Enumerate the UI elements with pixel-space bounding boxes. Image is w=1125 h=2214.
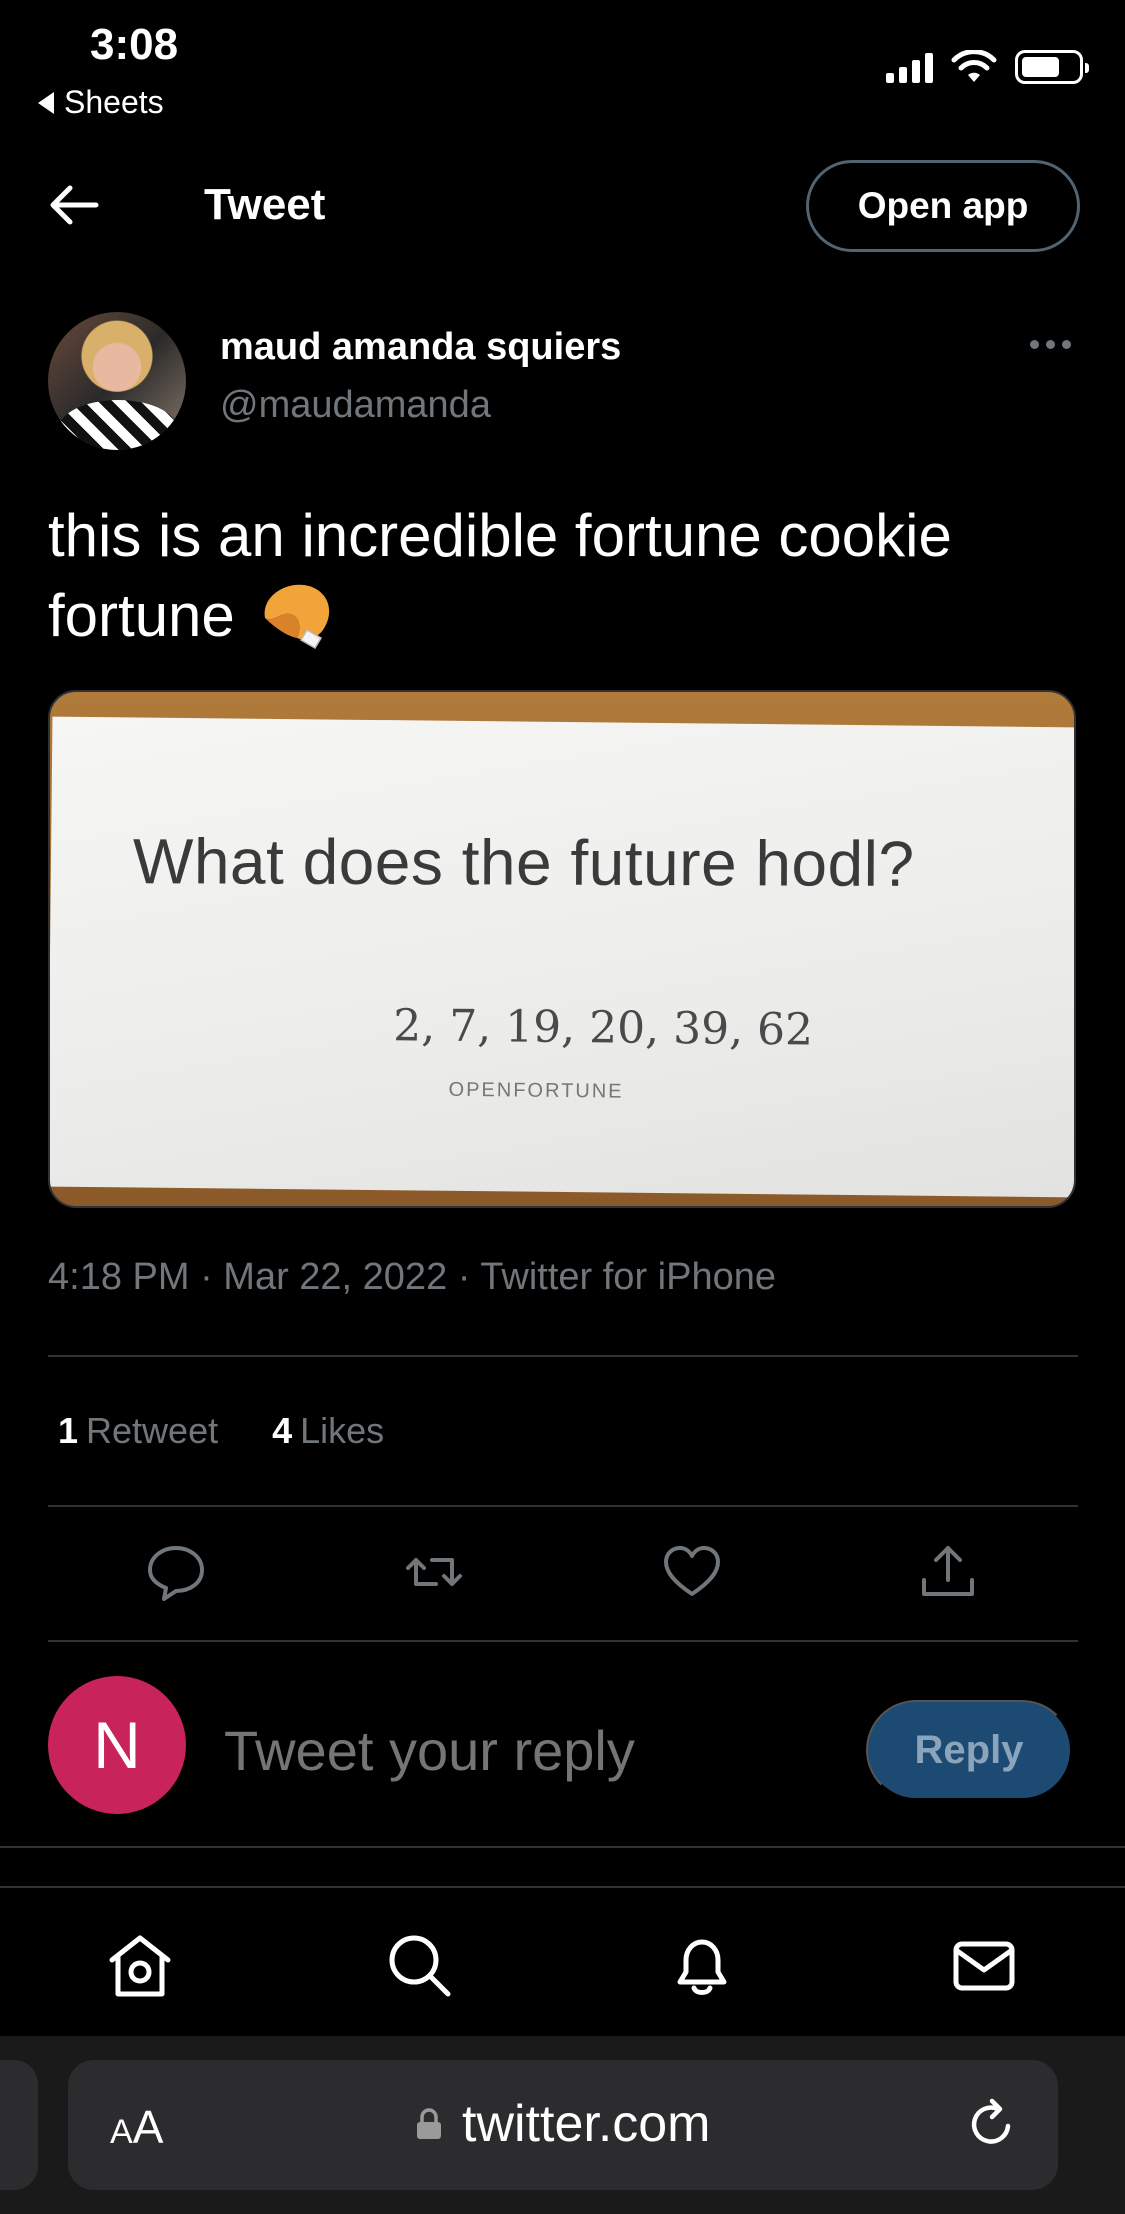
back-to-app-link[interactable]: Sheets	[38, 84, 164, 121]
divider	[48, 1640, 1078, 1642]
like-icon[interactable]	[660, 1540, 724, 1604]
reply-button[interactable]: Reply	[866, 1700, 1072, 1800]
reload-icon[interactable]	[964, 2096, 1020, 2152]
divider	[0, 1846, 1125, 1848]
retweets-stat[interactable]: 1 Retweet	[58, 1410, 218, 1452]
author-avatar[interactable]	[48, 312, 186, 450]
retweet-icon[interactable]	[402, 1540, 466, 1604]
home-icon[interactable]	[104, 1930, 176, 2002]
tweet-stats: 1 Retweet 4 Likes	[58, 1410, 384, 1452]
likes-count: 4	[272, 1410, 293, 1451]
divider	[48, 1505, 1078, 1507]
text-size-large: A	[132, 2101, 164, 2153]
fortune-main-text: What does the future hodl?	[132, 825, 915, 900]
more-options-icon[interactable]	[1030, 340, 1071, 349]
wifi-icon	[951, 50, 997, 82]
previous-tab[interactable]	[0, 2060, 38, 2190]
back-arrow-icon[interactable]	[48, 183, 100, 227]
tweet-body: this is an incredible fortune cookie for…	[48, 502, 952, 649]
reply-input[interactable]	[224, 1718, 824, 1783]
tweet-photo[interactable]: What does the future hodl? 2, 7, 19, 20,…	[48, 690, 1076, 1208]
back-triangle-icon	[38, 91, 54, 114]
divider	[48, 1355, 1078, 1357]
status-time: 3:08	[90, 20, 179, 69]
page-title: Tweet	[204, 180, 326, 229]
likes-stat[interactable]: 4 Likes	[272, 1410, 384, 1452]
text-size-button[interactable]: AA	[110, 2100, 163, 2154]
tweet-timestamp[interactable]: 4:18 PM · Mar 22, 2022 · Twitter for iPh…	[48, 1256, 776, 1299]
author-name[interactable]: maud amanda squiers	[220, 326, 621, 369]
fortune-numbers: 2, 7, 19, 20, 39, 62	[393, 1000, 814, 1056]
open-app-button[interactable]: Open app	[806, 160, 1080, 252]
search-icon[interactable]	[384, 1930, 456, 2002]
retweets-label: Retweet	[86, 1410, 219, 1451]
battery-icon	[1015, 50, 1089, 84]
likes-label: Likes	[300, 1410, 385, 1451]
fortune-brand: OPENFORTUNE	[448, 1078, 624, 1103]
tweet-text: this is an incredible fortune cookie for…	[48, 496, 1088, 656]
author-handle[interactable]: @maudamanda	[220, 384, 491, 427]
status-icons	[886, 50, 1089, 84]
url-text[interactable]: twitter.com	[462, 2094, 711, 2154]
user-avatar[interactable]: N	[48, 1676, 186, 1814]
messages-icon[interactable]	[948, 1930, 1020, 2002]
bottom-nav-border	[0, 1886, 1125, 1888]
back-app-label: Sheets	[64, 84, 164, 120]
notifications-icon[interactable]	[666, 1930, 738, 2002]
reply-icon[interactable]	[144, 1540, 208, 1604]
text-size-small: A	[110, 2113, 133, 2151]
retweets-count: 1	[58, 1410, 79, 1451]
fortune-cookie-emoji	[265, 584, 330, 650]
fortune-paper: What does the future hodl? 2, 7, 19, 20,…	[50, 716, 1074, 1198]
share-icon[interactable]	[916, 1540, 980, 1604]
cellular-signal-icon	[886, 51, 933, 83]
lock-icon	[417, 2108, 441, 2139]
